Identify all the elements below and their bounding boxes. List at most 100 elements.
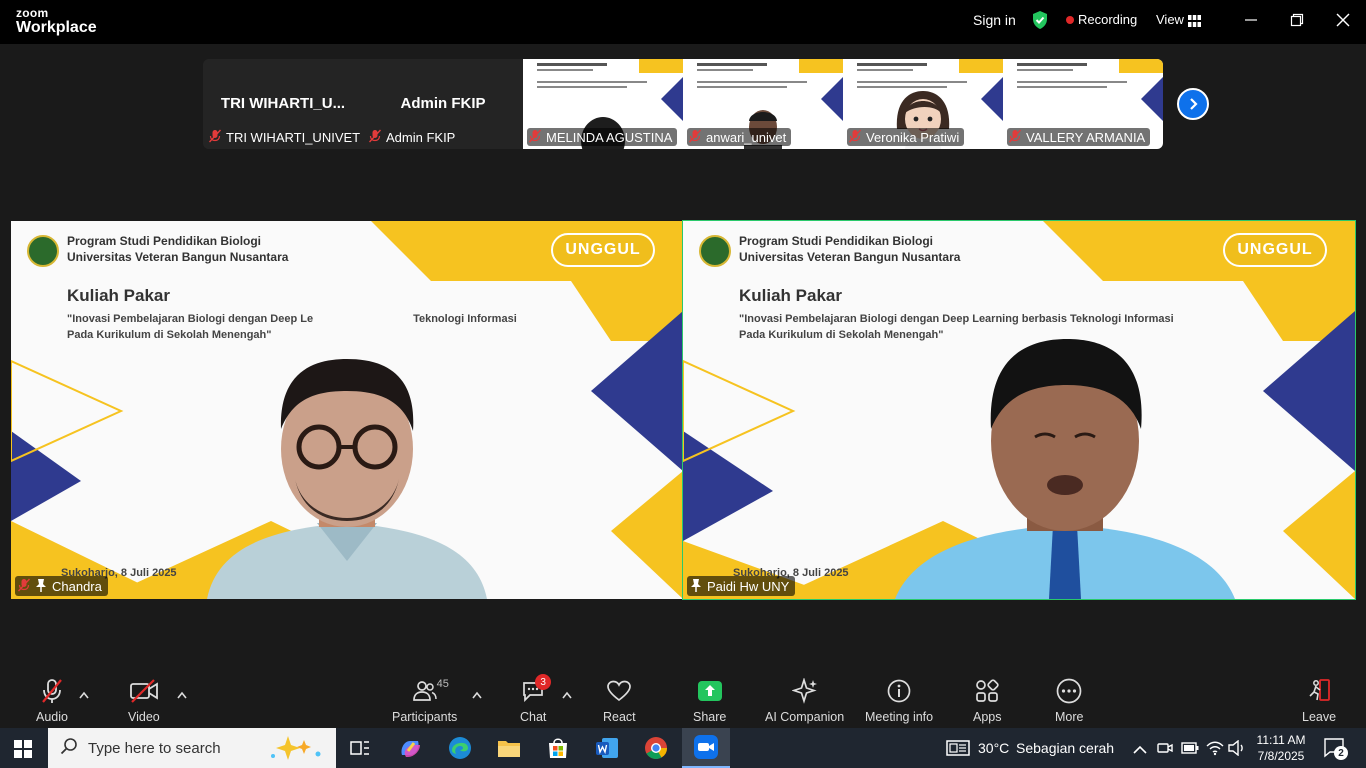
participant-video-person (895, 339, 1235, 599)
video-options-chevron-icon[interactable] (177, 686, 187, 704)
video-tile-name-label: Chandra (15, 576, 108, 596)
mic-muted-icon (39, 678, 65, 704)
file-explorer-icon[interactable] (485, 728, 533, 768)
windows-start-icon[interactable] (14, 740, 32, 763)
minimize-icon[interactable] (1244, 13, 1258, 32)
audio-button[interactable]: Audio (36, 678, 68, 724)
notification-center-icon[interactable]: 2 (1324, 738, 1348, 763)
mic-muted-icon (688, 129, 702, 146)
heart-icon (606, 678, 632, 704)
ai-companion-button[interactable]: AI Companion (765, 678, 844, 724)
thumbnail-name-text: MELINDA AGUSTINA (546, 129, 673, 145)
next-page-button[interactable] (1177, 88, 1209, 120)
search-icon (60, 737, 78, 760)
leave-label: Leave (1302, 710, 1337, 724)
video-tile-name-label: Paidi Hw UNY (687, 576, 796, 596)
view-button[interactable]: View (1156, 12, 1184, 27)
audio-options-chevron-icon[interactable] (79, 686, 89, 704)
accreditation-badge: UNGGUL (1223, 233, 1327, 267)
meeting-info-button[interactable]: Meeting info (865, 678, 933, 724)
mic-muted-icon (848, 129, 862, 146)
thumbnail-name-label: MELINDA AGUSTINA (527, 128, 678, 146)
participant-video-person (207, 359, 487, 599)
wifi-icon[interactable] (1206, 740, 1224, 761)
more-label: More (1055, 710, 1084, 724)
thumbnail-tile[interactable]: MELINDA AGUSTINA (523, 59, 683, 149)
leave-button[interactable]: Leave (1302, 678, 1336, 724)
volume-icon[interactable] (1228, 739, 1246, 761)
share-label: Share (693, 710, 727, 724)
share-button[interactable]: Share (693, 678, 726, 724)
battery-icon[interactable] (1181, 741, 1199, 760)
sign-in-button[interactable]: Sign in (973, 12, 1016, 28)
thumbnail-name-label: VALLERY ARMANIA (1007, 128, 1151, 146)
more-button[interactable]: More (1055, 678, 1083, 724)
microsoft-store-icon[interactable] (534, 728, 582, 768)
thumbnail-name-text: anwari_univet (706, 129, 787, 145)
meeting-controls-toolbar: Audio Video 45 Participants 3 Chat React… (0, 672, 1366, 728)
thumbnail-tile[interactable]: Veronika Pratiwi (843, 59, 1003, 149)
video-off-icon (129, 678, 159, 704)
weather-description[interactable]: Sebagian cerah (1016, 740, 1114, 756)
thumbnail-name-text: Veronika Pratiwi (866, 129, 960, 145)
weather-widget-icon[interactable] (946, 739, 970, 762)
participants-label: Participants (392, 710, 458, 724)
react-label: React (603, 710, 636, 724)
slide-header-line1: Program Studi Pendidikan Biologi (739, 234, 934, 248)
video-button[interactable]: Video (128, 678, 160, 724)
chrome-icon[interactable] (632, 728, 680, 768)
chat-options-chevron-icon[interactable] (562, 686, 572, 704)
show-hidden-icons-chevron-icon[interactable] (1133, 742, 1147, 760)
thumbnail-tile[interactable]: anwari_univet (683, 59, 843, 149)
participants-button[interactable]: 45 Participants (392, 678, 457, 724)
video-tile-chandra[interactable]: Program Studi Pendidikan Biologi Univers… (11, 221, 683, 599)
thumbnail-tile[interactable]: VALLERY ARMANIA (1003, 59, 1163, 149)
thumbnail-name-label: anwari_univet (687, 128, 792, 146)
thumbnail-tile[interactable]: TRI WIHARTI_U... TRI WIHARTI_UNIVET (203, 59, 363, 149)
recording-label[interactable]: Recording (1078, 12, 1137, 27)
participants-options-chevron-icon[interactable] (472, 686, 482, 704)
video-tile-paidi[interactable]: Program Studi Pendidikan Biologi Univers… (682, 220, 1356, 600)
university-logo (27, 235, 59, 267)
video-tile-name-text: Chandra (52, 578, 102, 594)
title-bar: zoom Workplace Sign in Recording View (0, 0, 1366, 44)
zoom-app-window: zoom Workplace Sign in Recording View TR… (0, 0, 1366, 728)
close-icon[interactable] (1336, 13, 1350, 32)
chat-button[interactable]: 3 Chat (520, 674, 552, 724)
thumbnail-tile[interactable]: Admin FKIP Admin FKIP (363, 59, 523, 149)
pin-icon (690, 578, 702, 595)
zoom-workplace-logo: zoom Workplace (16, 7, 97, 36)
zoom-taskbar-icon[interactable] (682, 728, 730, 768)
word-icon[interactable] (583, 728, 631, 768)
mic-muted-icon (368, 129, 382, 146)
view-grid-icon[interactable] (1188, 14, 1201, 32)
participants-icon: 45 (412, 678, 449, 704)
slide-header-line2: Universitas Veteran Bangun Nusantara (67, 250, 289, 264)
taskbar-search-box[interactable]: Type here to search (48, 728, 336, 768)
apps-label: Apps (973, 710, 1002, 724)
slide-header-line2: Universitas Veteran Bangun Nusantara (739, 250, 961, 264)
security-shield-icon[interactable] (1031, 10, 1049, 35)
apps-button[interactable]: Apps (973, 678, 1002, 724)
video-label: Video (128, 710, 160, 724)
thumbnail-name-label: TRI WIHARTI_UNIVET (207, 128, 363, 146)
mic-muted-icon (208, 129, 222, 146)
edge-browser-icon[interactable] (436, 728, 484, 768)
info-icon (887, 678, 911, 704)
react-button[interactable]: React (603, 678, 636, 724)
participants-count: 45 (436, 678, 449, 690)
copilot-icon[interactable] (386, 728, 434, 768)
meet-now-icon[interactable] (1157, 740, 1173, 761)
mic-muted-icon (17, 578, 31, 595)
participant-thumbnail-strip: TRI WIHARTI_U... TRI WIHARTI_UNIVET Admi… (203, 59, 1163, 149)
weather-temperature[interactable]: 30°C (978, 740, 1009, 756)
restore-icon[interactable] (1290, 13, 1304, 32)
chat-icon: 3 (521, 674, 552, 704)
task-view-icon[interactable] (336, 728, 384, 768)
audio-label: Audio (36, 710, 68, 724)
slide-event-title: Kuliah Pakar (739, 286, 842, 305)
university-logo (699, 235, 731, 267)
system-clock[interactable]: 11:11 AM 7/8/2025 (1252, 732, 1310, 764)
apps-icon (975, 678, 999, 704)
logo-workplace-text: Workplace (16, 19, 97, 36)
